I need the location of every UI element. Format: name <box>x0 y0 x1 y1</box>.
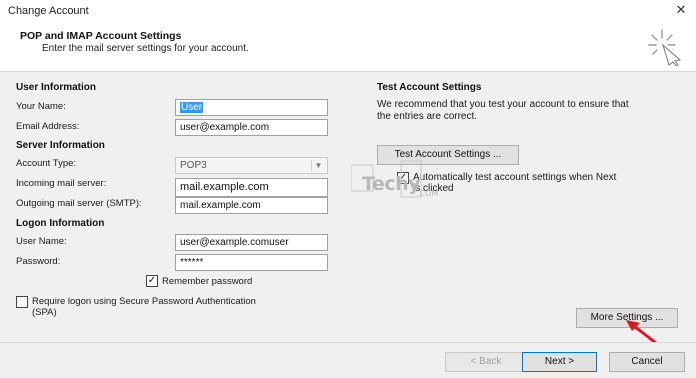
password-field[interactable]: ****** <box>175 254 328 271</box>
test-description-line2: the entries are correct. <box>377 111 478 122</box>
server-info-heading: Server Information <box>16 140 105 151</box>
account-type-select[interactable]: POP3 ▼ <box>175 157 328 174</box>
remember-password-checkbox[interactable]: ✓ <box>146 275 158 287</box>
spa-checkbox[interactable] <box>16 296 28 308</box>
cancel-button[interactable]: Cancel <box>609 352 685 372</box>
title-bar: Change Account ✕ <box>0 0 696 22</box>
back-button[interactable]: < Back <box>445 352 527 372</box>
your-name-label: Your Name: <box>16 101 66 112</box>
page-title: POP and IMAP Account Settings <box>20 30 182 42</box>
password-label: Password: <box>16 256 61 267</box>
your-name-field[interactable]: User <box>175 99 328 116</box>
username-label: User Name: <box>16 236 67 247</box>
watermark-subtext: .COM <box>417 189 439 198</box>
your-name-value: User <box>180 102 204 113</box>
watermark-text: Techy <box>362 173 421 195</box>
remember-password-label: Remember password <box>162 276 253 287</box>
spa-label-line1: Require logon using Secure Password Auth… <box>32 296 256 307</box>
incoming-server-field[interactable]: mail.example.com <box>175 178 328 197</box>
spa-label-line2: (SPA) <box>32 307 57 318</box>
watermark-logo: Techy .COM <box>351 159 451 207</box>
outgoing-server-field[interactable]: mail.example.com <box>175 197 328 214</box>
email-field[interactable]: user@example.com <box>175 119 328 136</box>
incoming-server-label: Incoming mail server: <box>16 178 107 189</box>
account-type-value: POP3 <box>180 160 207 171</box>
dialog-header: POP and IMAP Account Settings Enter the … <box>0 22 696 72</box>
logon-info-heading: Logon Information <box>16 218 105 229</box>
next-button[interactable]: Next > <box>522 352 597 372</box>
user-info-heading: User Information <box>16 82 97 93</box>
outgoing-server-label: Outgoing mail server (SMTP): <box>16 198 142 209</box>
test-settings-heading: Test Account Settings <box>377 82 482 93</box>
account-type-label: Account Type: <box>16 158 77 169</box>
sparkle-icon <box>648 29 682 66</box>
page-subtitle: Enter the mail server settings for your … <box>42 43 249 54</box>
chevron-down-icon: ▼ <box>311 160 325 171</box>
test-description-line1: We recommend that you test your account … <box>377 99 629 110</box>
email-label: Email Address: <box>16 121 80 132</box>
close-icon[interactable]: ✕ <box>672 1 690 19</box>
window-title: Change Account <box>8 5 89 17</box>
username-field[interactable]: user@example.comuser <box>175 234 328 251</box>
